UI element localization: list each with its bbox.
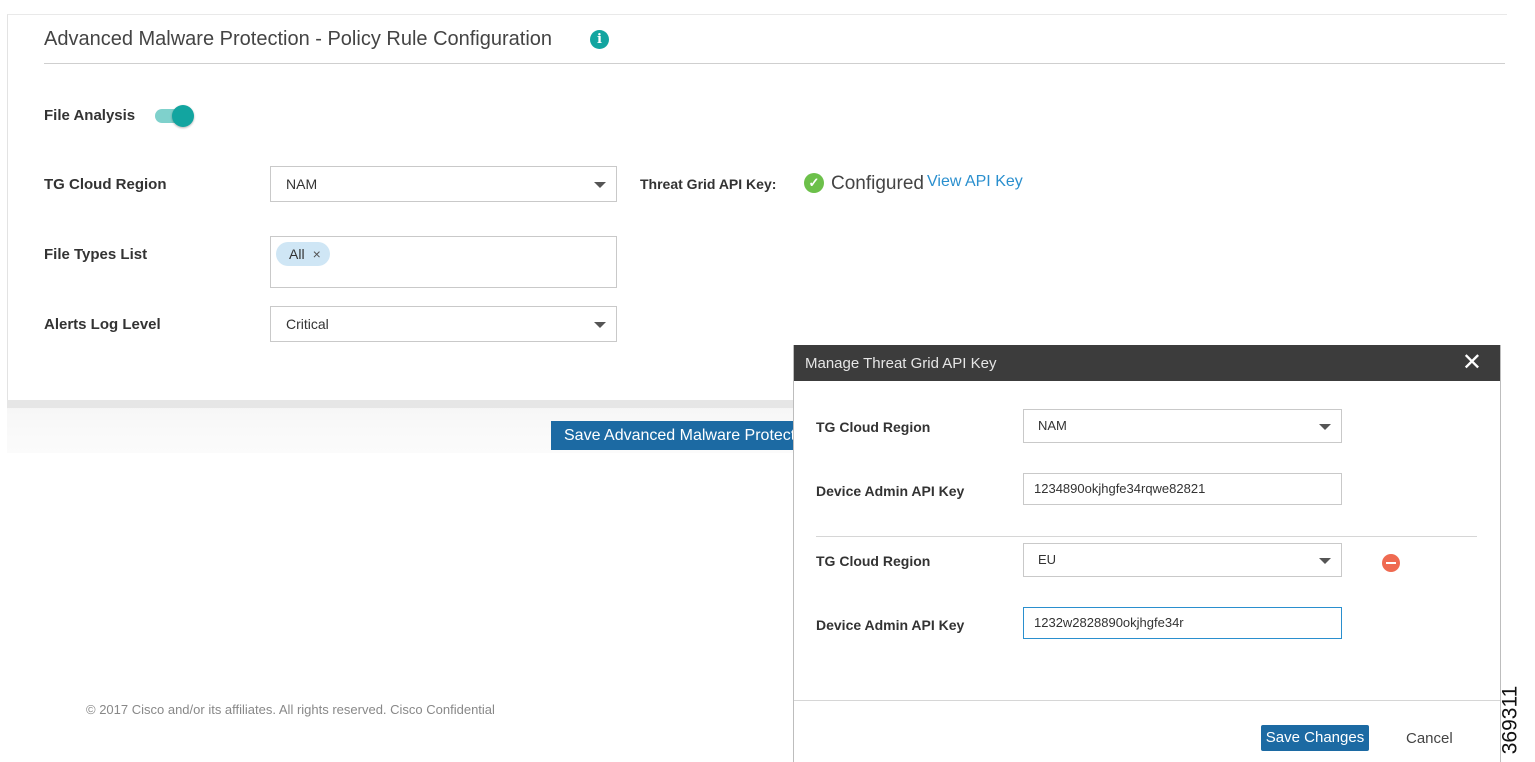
- title-divider: [44, 63, 1505, 64]
- tg-cloud-region-value: NAM: [286, 176, 318, 192]
- threat-grid-api-key-label: Threat Grid API Key:: [640, 176, 777, 192]
- view-api-key-link[interactable]: View API Key: [927, 173, 1023, 191]
- entry-1-key-label: Device Admin API Key: [816, 483, 965, 499]
- configured-status: Configured: [831, 173, 924, 194]
- copyright-text: © 2017 Cisco and/or its affiliates. All …: [86, 702, 495, 717]
- policy-panel: [7, 14, 1507, 401]
- manage-api-key-dialog: Manage Threat Grid API Key ✕ TG Cloud Re…: [793, 345, 1501, 762]
- file-type-tag: All ×: [276, 242, 330, 266]
- figure-id-text: 369311: [1498, 685, 1522, 755]
- tag-label: All: [289, 246, 305, 262]
- save-amp-button[interactable]: Save Advanced Malware Protection: [551, 421, 793, 450]
- alerts-log-level-label: Alerts Log Level: [44, 316, 161, 333]
- cancel-button[interactable]: Cancel: [1406, 730, 1453, 747]
- close-icon[interactable]: ×: [313, 246, 321, 262]
- entry-divider: [816, 536, 1477, 537]
- check-circle-icon: ✓: [804, 173, 824, 193]
- alerts-log-level-value: Critical: [286, 316, 329, 332]
- footer-divider: [7, 400, 793, 408]
- entry-2-key-label: Device Admin API Key: [816, 617, 965, 633]
- dialog-title: Manage Threat Grid API Key: [805, 355, 997, 372]
- file-analysis-label: File Analysis: [44, 107, 136, 124]
- tg-cloud-region-label: TG Cloud Region: [44, 176, 167, 193]
- file-analysis-toggle[interactable]: [155, 105, 195, 127]
- info-icon[interactable]: i: [590, 30, 609, 49]
- entry-2-region-value: EU: [1038, 552, 1057, 567]
- entry-1-region-select[interactable]: NAM: [1023, 409, 1342, 443]
- toggle-knob: [172, 105, 194, 127]
- tg-cloud-region-select[interactable]: NAM: [270, 166, 617, 202]
- chevron-down-icon: [1319, 424, 1331, 430]
- page-title: Advanced Malware Protection - Policy Rul…: [44, 28, 553, 50]
- file-types-label: File Types List: [44, 246, 148, 263]
- close-icon[interactable]: ✕: [1462, 351, 1482, 375]
- entry-1-region-value: NAM: [1038, 418, 1067, 433]
- remove-icon[interactable]: [1382, 554, 1400, 572]
- chevron-down-icon: [594, 322, 606, 328]
- chevron-down-icon: [594, 182, 606, 188]
- chevron-down-icon: [1319, 558, 1331, 564]
- file-types-input[interactable]: All ×: [270, 236, 617, 288]
- entry-2-key-input[interactable]: 1232w2828890okjhgfe34r: [1023, 607, 1342, 639]
- entry-2-region-label: TG Cloud Region: [816, 553, 931, 569]
- alerts-log-level-select[interactable]: Critical: [270, 306, 617, 342]
- figure-id: 369311: [1498, 680, 1532, 760]
- entry-1-key-input[interactable]: 1234890okjhgfe34rqwe82821: [1023, 473, 1342, 505]
- entry-2-region-select[interactable]: EU: [1023, 543, 1342, 577]
- dialog-footer-divider: [794, 700, 1500, 701]
- dialog-header: Manage Threat Grid API Key ✕: [794, 345, 1500, 381]
- save-changes-button[interactable]: Save Changes: [1261, 725, 1369, 751]
- entry-1-region-label: TG Cloud Region: [816, 419, 931, 435]
